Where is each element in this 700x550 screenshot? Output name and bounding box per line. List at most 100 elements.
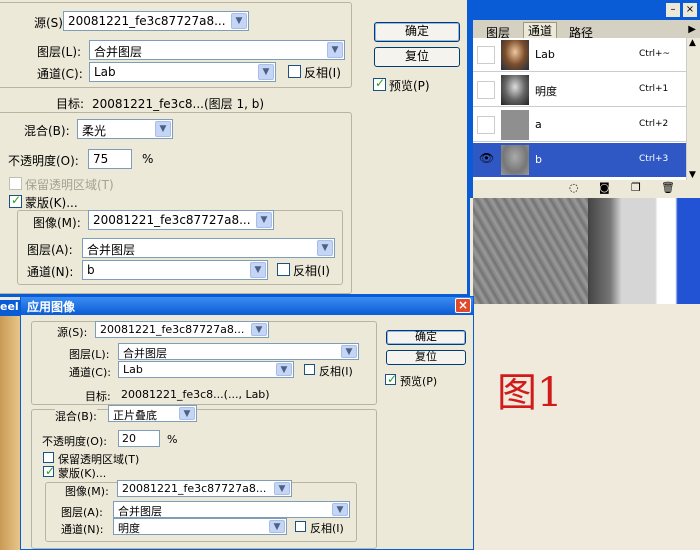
- channel-list: Lab Ctrl+~ 明度 Ctrl+1 a Ctrl+2 👁 b Ctrl+3: [473, 38, 686, 180]
- panel-menu-icon[interactable]: ▶: [688, 24, 696, 35]
- chevron-down-icon[interactable]: ▼: [250, 262, 266, 278]
- channels-panel: × – 图层 通道 路径 ▶ Lab Ctrl+~ 明度 Ctrl+1 a Ct…: [470, 0, 700, 198]
- chevron-down-icon[interactable]: ▼: [251, 323, 267, 336]
- target-value: 20081221_fe3c8...(..., Lab): [121, 388, 270, 401]
- close-icon[interactable]: ×: [683, 3, 697, 17]
- delete-channel-icon[interactable]: 🗑: [661, 181, 675, 194]
- channel-thumbnail: [501, 145, 529, 175]
- chevron-down-icon[interactable]: ▼: [179, 407, 195, 420]
- eye-icon[interactable]: 👁: [479, 151, 494, 165]
- opacity-input[interactable]: 20: [118, 430, 160, 447]
- preview-checkbox[interactable]: [385, 372, 397, 386]
- mask-layer-select[interactable]: 合并图层 ▼: [82, 238, 335, 258]
- minimize-icon[interactable]: –: [666, 3, 680, 17]
- chevron-down-icon[interactable]: ▼: [231, 13, 247, 29]
- visibility-toggle[interactable]: [477, 46, 495, 64]
- figure-annotation: 图1: [497, 370, 563, 416]
- channel-shortcut: Ctrl+3: [639, 154, 669, 164]
- mask-label[interactable]: 蒙版(K)...: [25, 194, 78, 211]
- chevron-down-icon[interactable]: ▼: [332, 503, 348, 516]
- visibility-toggle[interactable]: [477, 81, 495, 99]
- mask-invert-checkbox[interactable]: [295, 521, 306, 532]
- preserve-transparency-checkbox[interactable]: [9, 177, 22, 190]
- chevron-down-icon[interactable]: ▼: [274, 482, 290, 495]
- opacity-unit: %: [167, 433, 178, 446]
- invert-label[interactable]: 反相(I): [304, 64, 341, 81]
- scrollbar[interactable]: ▲ ▼: [686, 38, 700, 180]
- edge-title-text: eel: [0, 300, 20, 316]
- background-photo-strip: eel: [0, 300, 20, 550]
- preview-label[interactable]: 预览(P): [400, 373, 437, 389]
- chevron-down-icon[interactable]: ▼: [269, 520, 285, 533]
- source-label: 源(S):: [57, 326, 88, 339]
- chevron-down-icon[interactable]: ▼: [276, 363, 292, 376]
- save-selection-icon[interactable]: ◙: [599, 181, 610, 194]
- invert-checkbox[interactable]: [288, 65, 301, 78]
- channel-name: a: [535, 118, 542, 131]
- mask-image-select[interactable]: 20081221_fe3c87727a8... ▼: [88, 210, 274, 230]
- visibility-toggle[interactable]: [477, 116, 495, 134]
- opacity-label: 不透明度(O):: [42, 435, 107, 448]
- channel-thumbnail: [501, 75, 529, 105]
- mask-channel-label: 通道(N):: [61, 523, 104, 536]
- opacity-input[interactable]: 75: [88, 149, 132, 169]
- blend-label: 混合(B):: [55, 408, 97, 424]
- mask-invert-checkbox[interactable]: [277, 263, 290, 276]
- load-selection-icon[interactable]: ◌: [569, 181, 579, 194]
- chevron-down-icon[interactable]: ▼: [155, 121, 171, 137]
- mask-invert-label[interactable]: 反相(I): [310, 520, 344, 536]
- preserve-transparency-checkbox[interactable]: [43, 452, 54, 463]
- mask-image-select[interactable]: 20081221_fe3c87727a8... ▼: [117, 480, 292, 497]
- mask-checkbox[interactable]: [9, 193, 22, 208]
- chevron-down-icon[interactable]: ▼: [317, 240, 333, 256]
- preview-label[interactable]: 预览(P): [389, 77, 430, 94]
- reset-button[interactable]: 复位: [386, 350, 466, 365]
- new-channel-icon[interactable]: ❐: [631, 181, 641, 194]
- ok-button[interactable]: 确定: [386, 330, 466, 345]
- channel-select[interactable]: Lab ▼: [89, 62, 276, 82]
- mask-channel-select[interactable]: 明度 ▼: [113, 518, 287, 535]
- scroll-up-icon[interactable]: ▲: [689, 38, 696, 48]
- channel-label: 通道(C):: [37, 67, 83, 81]
- invert-checkbox[interactable]: [304, 364, 315, 375]
- target-label: 目标:: [56, 97, 85, 111]
- chevron-down-icon[interactable]: ▼: [327, 42, 343, 58]
- dialog-titlebar: 应用图像 ×: [21, 297, 473, 315]
- close-icon[interactable]: ×: [455, 298, 471, 313]
- channel-row-a[interactable]: a Ctrl+2: [473, 108, 686, 142]
- channel-name: b: [535, 153, 542, 166]
- channel-row-lightness[interactable]: 明度 Ctrl+1: [473, 73, 686, 107]
- reset-button[interactable]: 复位: [374, 47, 460, 67]
- mask-checkbox[interactable]: [43, 464, 55, 478]
- preview-checkbox[interactable]: [373, 76, 386, 91]
- mask-image-label: 图像(M):: [65, 483, 109, 499]
- dialog-title: 应用图像: [27, 300, 76, 314]
- ok-button[interactable]: 确定: [374, 22, 460, 42]
- layer-select[interactable]: 合并图层 ▼: [118, 343, 359, 360]
- chevron-down-icon[interactable]: ▼: [341, 345, 357, 358]
- chevron-down-icon[interactable]: ▼: [258, 64, 274, 80]
- source-select[interactable]: 20081221_fe3c87727a8... ▼: [95, 321, 269, 338]
- layer-select[interactable]: 合并图层 ▼: [89, 40, 345, 60]
- blend-mode-select[interactable]: 柔光 ▼: [77, 119, 173, 139]
- panel-titlebar: × –: [473, 0, 700, 20]
- channel-row-b[interactable]: 👁 b Ctrl+3: [473, 143, 686, 177]
- target-value: 20081221_fe3c8...(图层 1, b): [92, 97, 265, 111]
- channel-select[interactable]: Lab ▼: [118, 361, 294, 378]
- layer-label: 图层(L):: [37, 45, 82, 59]
- channel-name: Lab: [535, 48, 555, 61]
- source-select[interactable]: 20081221_fe3c87727a8... ▼: [63, 11, 249, 31]
- opacity-label: 不透明度(O):: [8, 154, 79, 168]
- mask-channel-select[interactable]: b ▼: [82, 260, 268, 280]
- channel-row-lab[interactable]: Lab Ctrl+~: [473, 38, 686, 72]
- invert-label[interactable]: 反相(I): [319, 363, 353, 379]
- mask-invert-label[interactable]: 反相(I): [293, 262, 330, 279]
- canvas-area: [473, 190, 700, 304]
- scroll-down-icon[interactable]: ▼: [689, 170, 696, 180]
- blend-mode-select[interactable]: 正片叠底 ▼: [108, 405, 197, 422]
- mask-layer-select[interactable]: 合并图层 ▼: [113, 501, 350, 518]
- target-label: 目标:: [85, 390, 111, 403]
- mask-label[interactable]: 蒙版(K)...: [58, 465, 106, 481]
- chevron-down-icon[interactable]: ▼: [256, 212, 272, 228]
- channel-shortcut: Ctrl+~: [639, 49, 671, 59]
